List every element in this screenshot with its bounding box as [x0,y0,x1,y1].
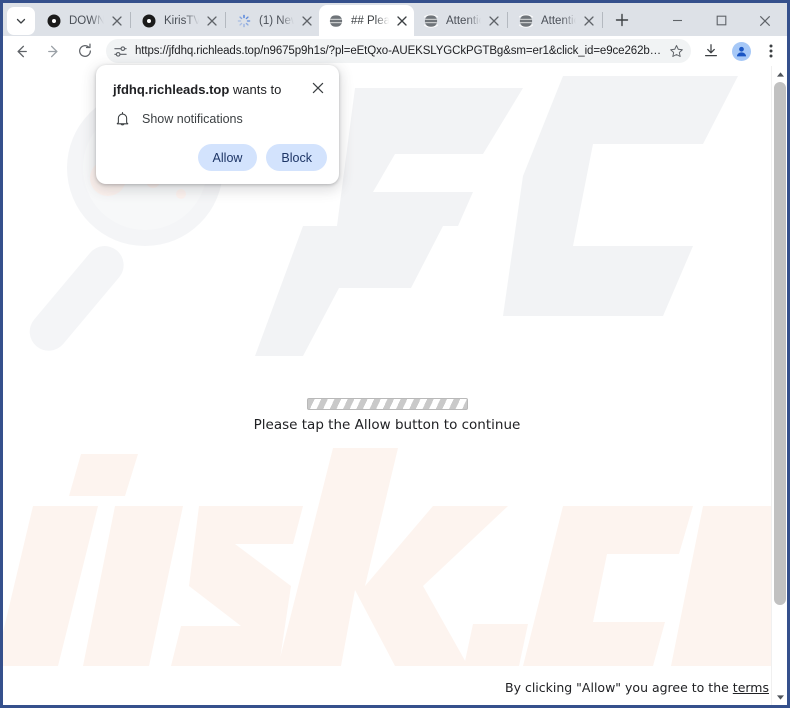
terms-footer-prefix: By clicking "Allow" you agree to the [505,680,733,695]
notification-permission-dialog: jfdhq.richleads.top wants to Show notifi… [96,65,339,184]
dark-disc-icon [141,13,157,29]
tab-close-button[interactable] [107,11,127,31]
globe-icon [328,13,344,29]
browser-tab-please-tap[interactable]: ## Please t [319,5,414,36]
url-text[interactable]: https://jfdhq.richleads.top/n9675p9h1s/?… [135,45,665,57]
browser-window: DOWNLOA KirisTV Do [0,0,790,708]
loading-progress-bar [306,398,468,410]
loader-text: Please tap the Allow button to continue [253,417,521,433]
profile-button[interactable] [727,37,755,65]
avatar [731,41,751,61]
tab-separator [602,11,603,28]
tab-title: Attention [446,14,481,27]
browser-tab-kiristv[interactable]: KirisTV Do [132,5,224,36]
bookmark-star-button[interactable] [665,40,687,62]
arrow-right-icon [47,45,57,57]
bell-icon [113,110,131,128]
block-button[interactable]: Block [266,144,327,171]
browser-toolbar: https://jfdhq.richleads.top/n9675p9h1s/?… [3,36,787,66]
globe-icon [518,13,534,29]
tab-title: ## Please t [351,14,389,27]
tab-close-button[interactable] [579,11,599,31]
tab-separator [130,11,131,28]
reload-icon [79,43,91,57]
tab-separator [225,11,226,28]
chevron-down-icon [16,18,26,24]
browser-tab-attention-2[interactable]: Attention [509,5,601,36]
window-controls [655,5,787,36]
tab-close-button[interactable] [202,11,222,31]
dark-disc-icon [46,13,62,29]
permission-actions: Allow Block [197,144,327,171]
minimize-icon [672,19,682,22]
chrome-menu-button[interactable] [757,37,785,65]
address-bar[interactable]: https://jfdhq.richleads.top/n9675p9h1s/?… [106,39,691,63]
browser-tab-attention-1[interactable]: Attention [414,5,506,36]
maximize-button[interactable] [699,5,743,36]
dialog-close-button[interactable] [307,77,329,99]
tab-title: DOWNLOA [69,14,104,27]
tab-separator [507,11,508,28]
loading-spinner-icon [236,13,252,29]
tab-search-button[interactable] [7,7,35,35]
star-outline-icon [669,44,683,57]
tab-title: KirisTV Do [164,14,199,27]
plus-icon [615,13,629,27]
riskcom-letterform [3,448,771,666]
tab-title: (1) New M [259,14,294,27]
forward-button[interactable] [39,37,67,65]
close-icon [312,82,324,94]
loader-block: Please tap the Allow button to continue [3,398,771,433]
close-icon [489,15,499,26]
page-scrollbar[interactable] [771,66,787,705]
globe-icon [423,13,439,29]
allow-button[interactable]: Allow [197,144,258,171]
close-icon [112,15,122,26]
tune-icon[interactable] [111,42,130,61]
three-dot-menu-icon [769,44,773,58]
tab-close-button[interactable] [392,11,412,31]
permission-label: Show notifications [142,112,243,126]
permission-headline: jfdhq.richleads.top wants to [113,81,299,98]
scroll-down-arrow-icon[interactable] [772,689,787,705]
close-window-button[interactable] [743,5,787,36]
back-button[interactable] [7,37,35,65]
arrow-left-icon [17,45,27,57]
browser-tab-download[interactable]: DOWNLOA [37,5,129,36]
tab-close-button[interactable] [297,11,317,31]
maximize-icon [716,15,726,26]
tab-strip: DOWNLOA KirisTV Do [3,3,787,36]
person-icon [736,46,746,56]
tab-close-button[interactable] [484,11,504,31]
permission-origin: jfdhq.richleads.top [113,82,230,97]
permission-row: Show notifications [113,110,243,128]
reload-button[interactable] [71,37,99,65]
close-icon [759,15,771,26]
minimize-button[interactable] [655,5,699,36]
downloads-button[interactable] [697,37,725,65]
download-icon [705,44,717,57]
scrollbar-thumb[interactable] [774,82,786,605]
browser-tab-new-message[interactable]: (1) New M [227,5,319,36]
close-icon [302,15,312,26]
tab-title: Attention [541,14,576,27]
permission-headline-suffix: wants to [229,82,282,97]
close-icon [207,15,217,26]
close-icon [584,15,594,26]
terms-footer: By clicking "Allow" you agree to the ter… [505,680,769,695]
new-tab-button[interactable] [609,7,635,33]
close-icon [397,15,407,26]
scroll-up-arrow-icon[interactable] [772,66,787,82]
terms-link[interactable]: terms [733,680,769,695]
